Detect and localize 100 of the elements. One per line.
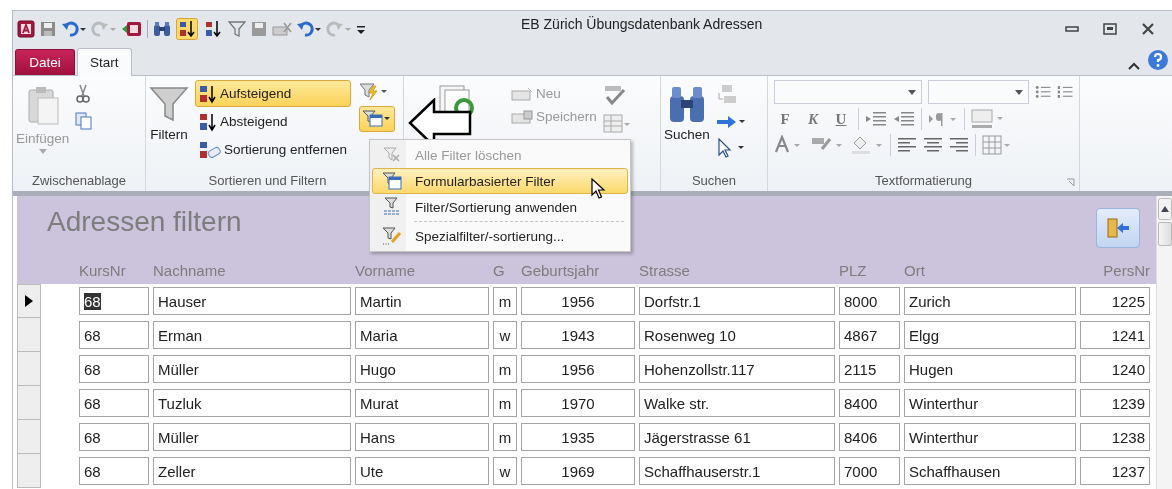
- paragraph-direction-icon[interactable]: [928, 111, 958, 127]
- help-icon[interactable]: [1147, 49, 1169, 71]
- field-cell[interactable]: 68: [79, 321, 149, 349]
- field-cell[interactable]: 1969: [521, 457, 635, 485]
- filter-button[interactable]: Filtern: [149, 80, 189, 173]
- close-form-button[interactable]: [1096, 208, 1140, 248]
- scroll-up-icon[interactable]: [1158, 198, 1172, 220]
- field-cell[interactable]: Müller: [153, 423, 351, 451]
- filter-icon[interactable]: [228, 20, 246, 38]
- field-cell[interactable]: Ute: [355, 457, 489, 485]
- ribbon-tab[interactable]: Datei: [15, 49, 75, 75]
- field-cell[interactable]: 8406: [839, 423, 900, 451]
- undo-icon[interactable]: [296, 20, 322, 38]
- field-cell[interactable]: Zurich: [904, 287, 1076, 315]
- advanced-filter-button[interactable]: [359, 106, 396, 132]
- table-icon[interactable]: [602, 114, 631, 134]
- field-cell[interactable]: Tuzluk: [153, 389, 351, 417]
- field-cell[interactable]: 68: [79, 389, 149, 417]
- scissors-icon[interactable]: [75, 84, 92, 104]
- minimize-icon[interactable]: [1065, 25, 1079, 33]
- field-cell[interactable]: w: [493, 321, 517, 349]
- field-cell[interactable]: m: [493, 355, 517, 383]
- field-cell[interactable]: 7000: [839, 457, 900, 485]
- field-cell[interactable]: 1238: [1080, 423, 1150, 451]
- find-button[interactable]: Suchen: [664, 80, 710, 173]
- field-cell[interactable]: Martin: [355, 287, 489, 315]
- field-cell[interactable]: Winterthur: [904, 389, 1076, 417]
- filter-selection-icon[interactable]: [359, 82, 390, 102]
- field-cell[interactable]: 1239: [1080, 389, 1150, 417]
- field-cell[interactable]: 1237: [1080, 457, 1150, 485]
- spelling-check-icon[interactable]: [602, 84, 627, 106]
- align-left-icon[interactable]: [897, 137, 917, 153]
- align-right-icon[interactable]: [949, 137, 969, 153]
- field-cell[interactable]: 68: [79, 355, 149, 383]
- scrollbar-thumb[interactable]: [1158, 222, 1172, 246]
- format-button[interactable]: K: [802, 110, 824, 128]
- format-button[interactable]: F: [774, 110, 796, 128]
- numbered-list-icon[interactable]: [1056, 83, 1073, 101]
- field-cell[interactable]: m: [493, 423, 517, 451]
- field-cell[interactable]: Winterthur: [904, 423, 1076, 451]
- outdent-icon[interactable]: [893, 111, 915, 127]
- menu-item[interactable]: Filter/Sortierung anwenden: [372, 194, 628, 220]
- field-cell[interactable]: Hohenzollstr.117: [639, 355, 835, 383]
- collapse-ribbon-icon[interactable]: [1127, 61, 1141, 71]
- form-view-icon[interactable]: [121, 20, 143, 38]
- undo-icon[interactable]: [61, 20, 87, 38]
- field-cell[interactable]: 2115: [839, 355, 900, 383]
- select-pointer-icon[interactable]: [715, 138, 746, 158]
- access-app-icon[interactable]: [17, 20, 35, 38]
- field-cell[interactable]: 68: [79, 423, 149, 451]
- field-cell[interactable]: 1970: [521, 389, 635, 417]
- field-cell[interactable]: 4867: [839, 321, 900, 349]
- field-cell[interactable]: 68: [79, 287, 149, 315]
- sort-ascending-icon[interactable]: [176, 18, 198, 40]
- field-cell[interactable]: Maria: [355, 321, 489, 349]
- sort-button[interactable]: Aufsteigend: [195, 80, 352, 107]
- sort-button[interactable]: Absteigend: [195, 108, 352, 135]
- field-cell[interactable]: Walke str.: [639, 389, 835, 417]
- align-center-icon[interactable]: [923, 137, 943, 153]
- field-cell[interactable]: 1943: [521, 321, 635, 349]
- field-cell[interactable]: Hauser: [153, 287, 351, 315]
- sort-button[interactable]: Sortierung entfernen: [195, 136, 352, 163]
- field-cell[interactable]: 1241: [1080, 321, 1150, 349]
- field-cell[interactable]: Murat: [355, 389, 489, 417]
- field-cell[interactable]: Hans: [355, 423, 489, 451]
- bullet-list-icon[interactable]: [1034, 83, 1051, 101]
- menu-item[interactable]: Spezialfilter/-sortierung...: [372, 223, 628, 249]
- field-cell[interactable]: Hugo: [355, 355, 489, 383]
- close-icon[interactable]: [1141, 23, 1155, 35]
- indent-icon[interactable]: [865, 111, 887, 127]
- binoculars-icon[interactable]: [152, 20, 172, 38]
- field-cell[interactable]: Erman: [153, 321, 351, 349]
- restore-icon[interactable]: [1103, 23, 1117, 35]
- go-to-arrow-icon[interactable]: [715, 114, 746, 130]
- record-selector[interactable]: [17, 284, 41, 318]
- fill-color-icon[interactable]: [850, 135, 884, 155]
- borders-icon[interactable]: [982, 135, 1012, 155]
- field-cell[interactable]: m: [493, 389, 517, 417]
- field-cell[interactable]: m: [493, 287, 517, 315]
- ribbon-tab[interactable]: Start: [77, 48, 132, 76]
- field-cell[interactable]: 1240: [1080, 355, 1150, 383]
- save-icon[interactable]: [250, 20, 268, 38]
- field-cell[interactable]: Schaffhausen: [904, 457, 1076, 485]
- field-cell[interactable]: Schaffhauserstr.1: [639, 457, 835, 485]
- field-cell[interactable]: 8400: [839, 389, 900, 417]
- field-cell[interactable]: Rosenweg 10: [639, 321, 835, 349]
- field-cell[interactable]: 1956: [521, 355, 635, 383]
- format-button[interactable]: U: [830, 110, 852, 128]
- field-cell[interactable]: 1225: [1080, 287, 1150, 315]
- field-cell[interactable]: Jägerstrasse 61: [639, 423, 835, 451]
- field-cell[interactable]: Zeller: [153, 457, 351, 485]
- field-cell[interactable]: 8000: [839, 287, 900, 315]
- field-cell[interactable]: Dorfstr.1: [639, 287, 835, 315]
- field-cell[interactable]: w: [493, 457, 517, 485]
- field-cell[interactable]: 68: [79, 457, 149, 485]
- field-cell[interactable]: 1956: [521, 287, 635, 315]
- field-cell[interactable]: Müller: [153, 355, 351, 383]
- gridlines-icon[interactable]: [971, 109, 1005, 129]
- field-cell[interactable]: Hugen: [904, 355, 1076, 383]
- field-cell[interactable]: 1935: [521, 423, 635, 451]
